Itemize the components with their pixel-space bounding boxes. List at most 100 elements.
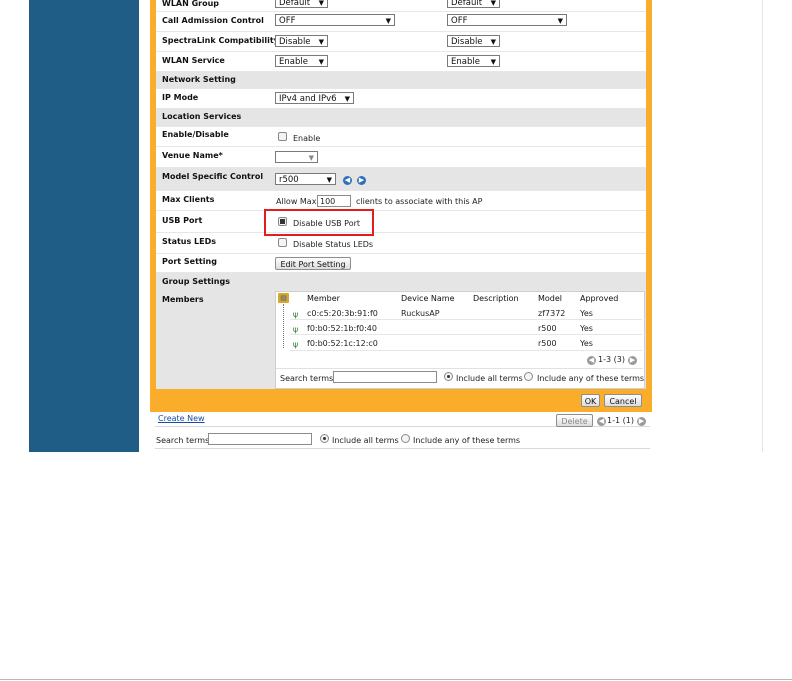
wlan-service-select-b[interactable]: Enable ▼ [447,55,500,67]
ok-button[interactable]: OK [581,394,600,407]
max-clients-prefix: Allow Max [276,197,317,206]
access-point-icon: ψ [292,325,299,334]
next-page-icon[interactable]: ▶ [637,417,646,426]
chevron-down-icon: ▼ [344,95,350,103]
spectralink-select-a[interactable]: Disable ▼ [275,35,328,47]
spectralink-select-b[interactable]: Disable ▼ [447,35,500,47]
include-all-radio[interactable] [320,434,329,443]
member-mac: c0:c5:20:3b:91:f0 [307,309,378,318]
divider [0,679,792,680]
next-page-icon[interactable]: ▶ [628,356,637,365]
footer-search-input[interactable] [208,433,312,445]
row-call-admission: Call Admission Control [156,11,646,32]
disable-status-leds-checkbox[interactable] [278,238,287,247]
approved: Yes [580,339,593,348]
include-any-radio[interactable] [524,372,533,381]
divider [762,0,763,452]
row-label: Members [162,295,204,304]
row-wlan-service: WLAN Service [156,52,646,72]
search-label: Search terms [280,374,334,383]
row-model-specific: Model Specific Control [156,168,646,191]
location-enable-checkbox[interactable] [278,132,287,141]
max-clients-suffix: clients to associate with this AP [356,197,483,206]
chevron-down-icon: ▼ [308,154,314,162]
row-label: WLAN Group [162,0,220,8]
row-label: Status LEDs [162,237,217,246]
wlan-service-select-a[interactable]: Enable ▼ [275,55,328,67]
chevron-down-icon: ▼ [557,17,563,25]
chevron-down-icon: ▼ [490,38,496,46]
section-header: Group Settings [162,277,230,286]
model: r500 [538,324,557,333]
model: r500 [538,339,557,348]
max-clients-input[interactable]: 100 [317,195,351,207]
prev-page-icon[interactable]: ◀ [587,356,596,365]
ip-mode-select[interactable]: IPv4 and IPv6 ▼ [275,92,354,104]
prev-page-icon[interactable]: ◀ [597,417,606,426]
divider [276,368,643,369]
chevron-down-icon: ▼ [490,0,496,7]
model-select[interactable]: r500 ▼ [275,173,336,185]
radio-label: Include all terms [332,436,399,445]
include-any-radio[interactable] [401,434,410,443]
search-label: Search terms [156,436,210,445]
group-icon: ▤ [278,293,289,303]
members-pagination: 1-3 (3) [598,355,625,364]
column-header-description[interactable]: Description [473,294,519,303]
chevron-down-icon: ▼ [490,58,496,66]
footer-pagination: 1-1 (1) [607,416,634,425]
divider [290,334,642,335]
approved: Yes [580,324,593,333]
column-header-member[interactable]: Member [307,294,340,303]
radio-label: Include any of these terms [413,436,521,445]
chevron-down-icon: ▼ [326,176,332,184]
cancel-button[interactable]: Cancel [604,394,642,407]
device-name: RuckusAP [401,309,440,318]
section-header: Network Setting [162,75,236,84]
venue-name-select[interactable]: ▼ [275,151,318,163]
members-search-input[interactable] [333,371,437,383]
wlan-group-select-b[interactable]: Default ▼ [447,0,500,8]
prev-model-icon[interactable]: ◀ [343,176,352,185]
call-admission-select-a[interactable]: OFF ▼ [275,14,395,26]
column-header-model[interactable]: Model [538,294,562,303]
row-usb-port: USB Port [156,211,646,233]
row-location-enable: Enable/Disable [156,127,646,147]
chevron-down-icon: ▼ [318,38,324,46]
create-new-link[interactable]: Create New [158,414,205,423]
row-label: IP Mode [162,93,199,102]
include-all-radio[interactable] [444,372,453,381]
left-sidebar [29,0,139,452]
row-label: Model Specific Control [162,172,264,181]
annotation-highlight-box [264,209,374,236]
row-spectralink: SpectraLink Compatibility [156,32,646,52]
section-network-setting: Network Setting [156,72,646,89]
column-header-device-name[interactable]: Device Name [401,294,455,303]
wlan-group-select-a[interactable]: Default ▼ [275,0,328,8]
row-venue-name: Venue Name* [156,147,646,168]
divider [290,319,642,320]
model: zf7372 [538,309,566,318]
row-label: Venue Name* [162,151,223,160]
next-model-icon[interactable]: ▶ [357,176,366,185]
delete-button[interactable]: Delete [556,414,593,427]
column-header-approved[interactable]: Approved [580,294,618,303]
radio-label: Include all terms [456,374,523,383]
row-label: Max Clients [162,195,215,204]
divider [290,350,642,351]
member-mac: f0:b0:52:1c:12:c0 [307,339,378,348]
chevron-down-icon: ▼ [318,0,324,7]
row-label: Enable/Disable [162,130,229,139]
member-mac: f0:b0:52:1b:f0:40 [307,324,377,333]
access-point-icon: ψ [292,310,299,319]
checkbox-label: Disable Status LEDs [293,240,374,249]
row-port-setting: Port Setting [156,254,646,273]
row-ip-mode: IP Mode [156,89,646,109]
chevron-down-icon: ▼ [318,58,324,66]
edit-port-setting-button[interactable]: Edit Port Setting [275,257,351,270]
radio-label: Include any of these terms [537,374,645,383]
chevron-down-icon: ▼ [385,17,391,25]
call-admission-select-b[interactable]: OFF ▼ [447,14,567,26]
access-point-icon: ψ [292,340,299,349]
checkbox-label: Enable [293,134,321,143]
